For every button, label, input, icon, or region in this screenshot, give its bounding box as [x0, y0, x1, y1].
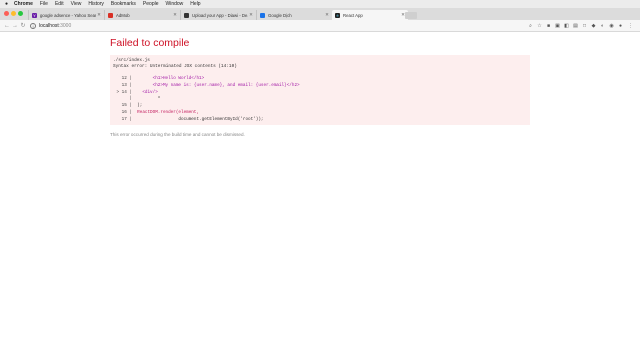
code-line-12: 12 | <h1>Hello World</h1> — [112, 76, 205, 81]
yahoo-favicon-icon: Y — [32, 12, 37, 18]
address-bar[interactable]: i localhost :3000 — [30, 22, 522, 30]
tab-diawi[interactable]: Upload your App - Diawi - De... ✕ — [180, 10, 256, 20]
react-favicon-icon: ⚛ — [335, 12, 340, 18]
tab-google-translate[interactable]: Google Dịch ✕ — [256, 10, 332, 20]
tab-admob[interactable]: AdMob ✕ — [104, 10, 180, 20]
diawi-favicon-icon — [184, 12, 189, 18]
extension-icon[interactable]: ◆ — [590, 23, 597, 29]
reload-icon[interactable]: ↻ — [19, 22, 27, 30]
menu-app-name[interactable]: Chrome — [14, 1, 33, 7]
forward-arrow-icon[interactable]: → — [11, 22, 19, 30]
page-content: Failed to compile ./src/index.js Syntax … — [0, 32, 640, 360]
error-details-box: ./src/index.js Syntax error: Unterminate… — [110, 55, 530, 125]
code-text: ReactDOM.render(element, — [132, 110, 200, 115]
code-text: document.getElementById('root')); — [132, 117, 264, 122]
tab-strip: Y google adsence - Yahoo Sear... ✕ AdMob… — [0, 8, 640, 20]
tab-yahoo-search[interactable]: Y google adsence - Yahoo Sear... ✕ — [28, 10, 104, 20]
profile-avatar-icon[interactable]: ● — [617, 23, 624, 29]
code-caret-line: | ^ — [112, 96, 160, 101]
error-caret: ^ — [132, 96, 161, 101]
line-gutter: > 14 | — [116, 90, 132, 95]
line-gutter: 13 | — [116, 83, 132, 88]
extension-icon[interactable]: ▣ — [554, 23, 561, 29]
code-line-14: > 14 | <div/> — [112, 90, 158, 95]
zoom-icon[interactable]: ⌕ — [527, 23, 534, 29]
mac-menubar: ● Chrome File Edit View History Bookmark… — [0, 0, 640, 8]
code-line-13: 13 | <h2>My name is: {user.name}, and em… — [112, 83, 300, 88]
tab-react-app[interactable]: ⚛ React App ✕ — [332, 10, 408, 20]
close-icon[interactable]: ✕ — [96, 12, 102, 18]
url-host: localhost — [39, 23, 59, 29]
menu-bookmarks[interactable]: Bookmarks — [111, 1, 136, 7]
line-gutter: 17 | — [116, 117, 132, 122]
error-footnote: This error occurred during the build tim… — [110, 132, 245, 137]
browser-toolbar: ← → ↻ i localhost :3000 ⌕ ☆ ■ ▣ ◧ ▤ □ ◆ … — [0, 20, 640, 32]
line-gutter: | — [116, 96, 132, 101]
more-menu-icon[interactable]: ⋮ — [627, 23, 634, 29]
extension-icon[interactable]: ◧ — [563, 23, 570, 29]
extension-icon[interactable]: ◐ — [599, 23, 606, 29]
tab-label: React App — [343, 12, 363, 18]
error-title: Failed to compile — [110, 37, 190, 49]
menu-view[interactable]: View — [71, 1, 82, 7]
extension-icon[interactable]: ▤ — [572, 23, 579, 29]
line-gutter: 16 | — [116, 110, 132, 115]
url-port: :3000 — [58, 23, 72, 29]
code-text: <div/> — [132, 90, 158, 95]
close-icon[interactable]: ✕ — [324, 12, 330, 18]
extension-icon[interactable]: ◉ — [608, 23, 615, 29]
close-window-button[interactable] — [4, 11, 9, 16]
extension-icon[interactable]: □ — [581, 23, 588, 29]
code-line-16: 16 | ReactDOM.render(element, — [112, 110, 199, 115]
menu-edit[interactable]: Edit — [55, 1, 64, 7]
new-tab-button[interactable] — [405, 12, 417, 19]
error-file-path: ./src/index.js — [113, 58, 150, 63]
menu-history[interactable]: History — [88, 1, 104, 7]
code-line-17: 17 | document.getElementById('root')); — [112, 117, 264, 122]
tab-label: Google Dịch — [268, 12, 292, 18]
close-icon[interactable]: ✕ — [248, 12, 254, 18]
zoom-window-button[interactable] — [18, 11, 23, 16]
menu-help[interactable]: Help — [190, 1, 200, 7]
code-line-15: 15 | ); — [112, 103, 143, 108]
extension-icon[interactable]: ■ — [545, 23, 552, 29]
menu-window[interactable]: Window — [166, 1, 184, 7]
line-gutter: 15 | — [116, 103, 132, 108]
minimize-window-button[interactable] — [11, 11, 16, 16]
tab-label: AdMob — [116, 12, 130, 18]
code-text: <h1>Hello World</h1> — [132, 76, 205, 81]
back-arrow-icon[interactable]: ← — [3, 22, 11, 30]
admob-favicon-icon — [108, 12, 113, 18]
bookmark-star-icon[interactable]: ☆ — [536, 23, 543, 29]
menu-file[interactable]: File — [40, 1, 48, 7]
close-icon[interactable]: ✕ — [172, 12, 178, 18]
tab-label: google adsence - Yahoo Sear... — [40, 12, 96, 18]
error-message: Syntax error: Unterminated JSX contents … — [113, 64, 237, 69]
google-translate-favicon-icon — [260, 12, 265, 18]
apple-icon[interactable]: ● — [3, 1, 10, 7]
info-icon[interactable]: i — [30, 23, 36, 29]
code-text: <h2>My name is: {user.name}, and email: … — [132, 83, 300, 88]
menu-people[interactable]: People — [143, 1, 159, 7]
line-gutter: 12 | — [116, 76, 132, 81]
code-text: ); — [132, 103, 143, 108]
tab-label: Upload your App - Diawi - De... — [192, 12, 248, 18]
